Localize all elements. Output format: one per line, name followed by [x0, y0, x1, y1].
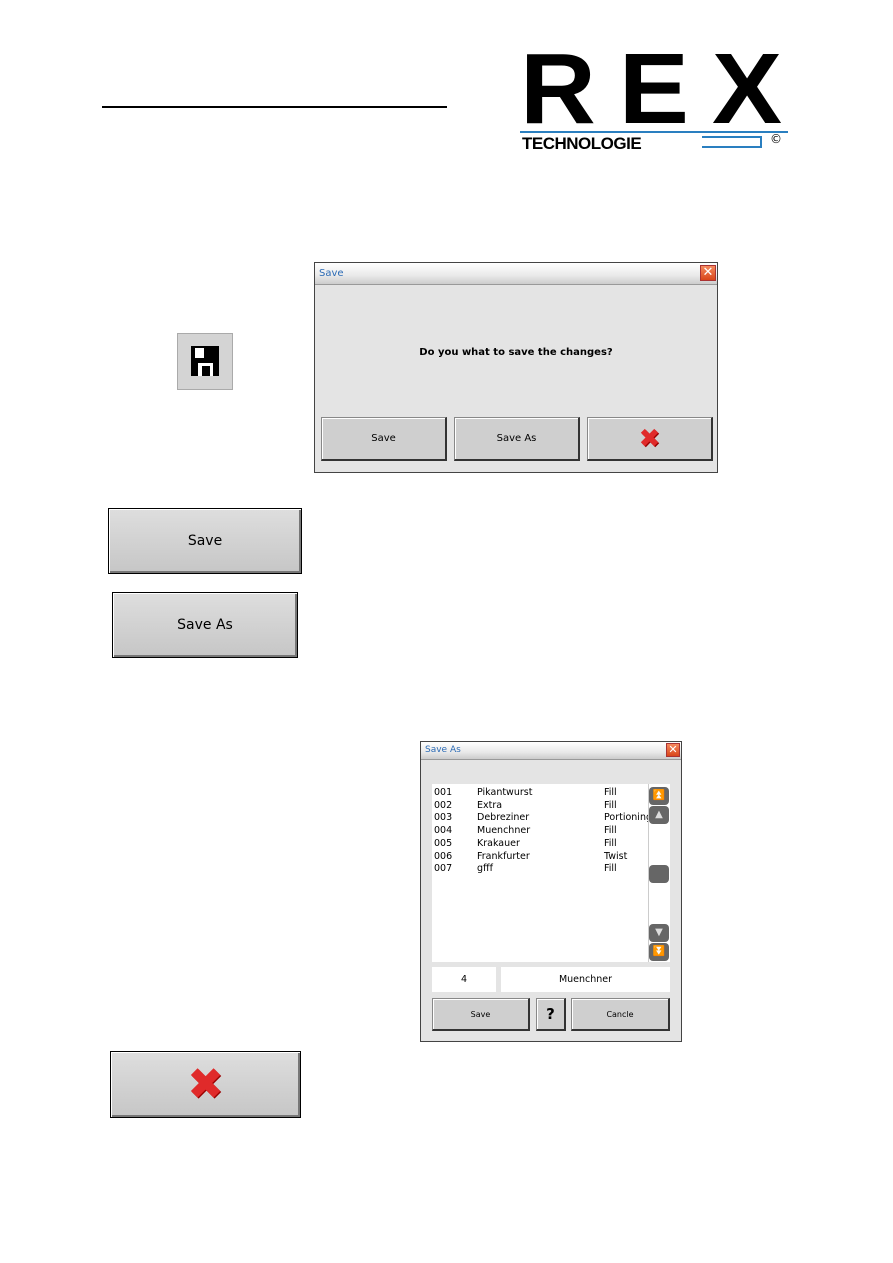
- logo-box: [702, 136, 762, 148]
- row-number: 007: [434, 863, 453, 875]
- row-type: Fill: [604, 825, 617, 837]
- save-as-button[interactable]: Save As: [454, 417, 580, 461]
- list-item[interactable]: 002 Extra Fill: [434, 800, 670, 813]
- row-name: Krakauer: [477, 837, 520, 849]
- list-item[interactable]: 005 Krakauer Fill: [434, 838, 670, 851]
- logo-text: REX: [520, 33, 806, 145]
- close-icon[interactable]: ✕: [700, 265, 716, 281]
- name-field[interactable]: Muenchner: [501, 967, 670, 992]
- row-type: Fill: [604, 863, 617, 875]
- row-number: 002: [434, 799, 453, 811]
- row-number: 005: [434, 837, 453, 849]
- row-name: gfff: [477, 863, 493, 875]
- close-icon[interactable]: ✕: [666, 743, 680, 757]
- header-rule: [102, 106, 447, 108]
- row-name: Frankfurter: [477, 850, 530, 862]
- cancel-button[interactable]: ✖: [587, 417, 713, 461]
- scroll-down-icon[interactable]: ▼: [649, 924, 669, 942]
- scroll-bottom-icon[interactable]: ⏬: [649, 943, 669, 961]
- title-bar: Save ✕: [315, 263, 717, 285]
- row-name: Muenchner: [477, 825, 531, 837]
- save-as-button-illustration[interactable]: Save As: [112, 592, 298, 658]
- scroll-top-icon[interactable]: ⏫: [649, 787, 669, 805]
- list-item[interactable]: 007 gfff Fill: [434, 863, 670, 876]
- save-dialog: Save ✕ Do you what to save the changes? S…: [314, 262, 718, 473]
- row-name: Pikantwurst: [477, 787, 533, 798]
- list-item[interactable]: 006 Frankfurter Twist: [434, 851, 670, 864]
- title-bar: Save As ✕: [421, 742, 681, 760]
- save-button[interactable]: Save: [432, 998, 530, 1031]
- dialog-title: Save: [319, 268, 344, 279]
- rex-logo: REX TECHNOLOGIE ©: [520, 39, 788, 153]
- red-x-icon: ✖: [638, 423, 661, 454]
- logo-line: [520, 131, 788, 133]
- recipe-list: 001 Pikantwurst Fill 002 Extra Fill 003 Debrezi…: [432, 784, 670, 962]
- row-type: Fill: [604, 837, 617, 849]
- copyright-mark: ©: [770, 132, 782, 146]
- row-number: 004: [434, 825, 453, 837]
- cancel-button[interactable]: Cancle: [571, 998, 670, 1031]
- save-as-dialog: Save As ✕ 001 Pikantwurst Fill 002 Extra Fill 0…: [420, 741, 682, 1042]
- number-field[interactable]: 4: [432, 967, 496, 992]
- row-name: Extra: [477, 799, 503, 811]
- list-item[interactable]: 003 Debreziner Portioning: [434, 812, 670, 825]
- row-number: 001: [434, 787, 453, 798]
- row-name: Debreziner: [477, 812, 530, 824]
- row-type: Portioning: [604, 812, 652, 824]
- row-type: Fill: [604, 787, 617, 798]
- floppy-disk-icon[interactable]: [177, 333, 233, 390]
- help-button[interactable]: ?: [536, 998, 566, 1031]
- row-number: 003: [434, 812, 453, 824]
- red-x-icon: ✖: [187, 1059, 224, 1110]
- scroll-up-icon[interactable]: ▲: [649, 806, 669, 824]
- save-button-illustration[interactable]: Save: [108, 508, 302, 574]
- row-type: Fill: [604, 799, 617, 811]
- scroll-thumb[interactable]: [649, 865, 669, 883]
- row-number: 006: [434, 850, 453, 862]
- dialog-message: Do you what to save the changes?: [419, 347, 613, 358]
- list-item[interactable]: 004 Muenchner Fill: [434, 825, 670, 838]
- dialog-title: Save As: [425, 745, 461, 755]
- cancel-button-illustration[interactable]: ✖: [110, 1051, 301, 1118]
- list-item[interactable]: 001 Pikantwurst Fill: [434, 787, 670, 800]
- row-type: Twist: [604, 850, 628, 862]
- logo-subtitle: TECHNOLOGIE: [522, 134, 642, 153]
- save-button[interactable]: Save: [321, 417, 447, 461]
